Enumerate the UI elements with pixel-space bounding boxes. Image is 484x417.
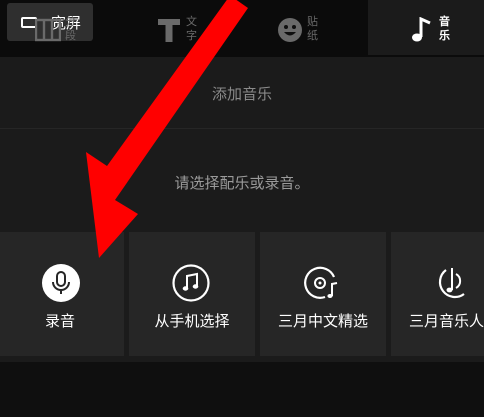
divider xyxy=(0,128,484,129)
tab-music-label: 音乐 xyxy=(439,15,450,42)
tab-text-label: 文字 xyxy=(186,15,197,42)
music-artist-label: 三月音乐人 xyxy=(409,312,484,330)
tab-music[interactable]: 音乐 xyxy=(368,0,484,55)
tab-text[interactable]: 文字 xyxy=(121,0,242,55)
music-artist-card[interactable]: 三月音乐人 xyxy=(391,232,484,356)
film-segment-icon xyxy=(35,18,61,42)
smiley-sticker-icon xyxy=(278,18,302,42)
music-note-icon xyxy=(172,264,210,302)
text-t-icon xyxy=(158,19,180,42)
tab-sticker-label: 贴纸 xyxy=(307,15,318,42)
music-disc-icon xyxy=(304,266,338,299)
tab-sticker[interactable]: 贴纸 xyxy=(242,0,363,55)
chinese-picks-label: 三月中文精选 xyxy=(277,312,368,330)
record-audio-label: 录音 xyxy=(44,312,75,330)
record-audio-card[interactable]: 录音 xyxy=(0,232,124,356)
choose-from-phone-label: 从手机选择 xyxy=(154,312,230,330)
microphone-icon xyxy=(42,264,80,302)
tab-split-label: 分段 xyxy=(65,15,76,42)
add-music-title: 添加音乐 xyxy=(211,85,272,103)
music-artist-icon xyxy=(438,268,465,299)
choose-from-phone-card[interactable]: 从手机选择 xyxy=(129,232,255,356)
chinese-picks-card[interactable]: 三月中文精选 xyxy=(260,232,386,356)
music-note-icon xyxy=(412,17,431,42)
tab-split[interactable]: 分段 xyxy=(0,0,121,55)
bottom-tab-bar xyxy=(0,362,484,417)
music-hint-text: 请选择配乐或录音。 xyxy=(174,174,310,192)
